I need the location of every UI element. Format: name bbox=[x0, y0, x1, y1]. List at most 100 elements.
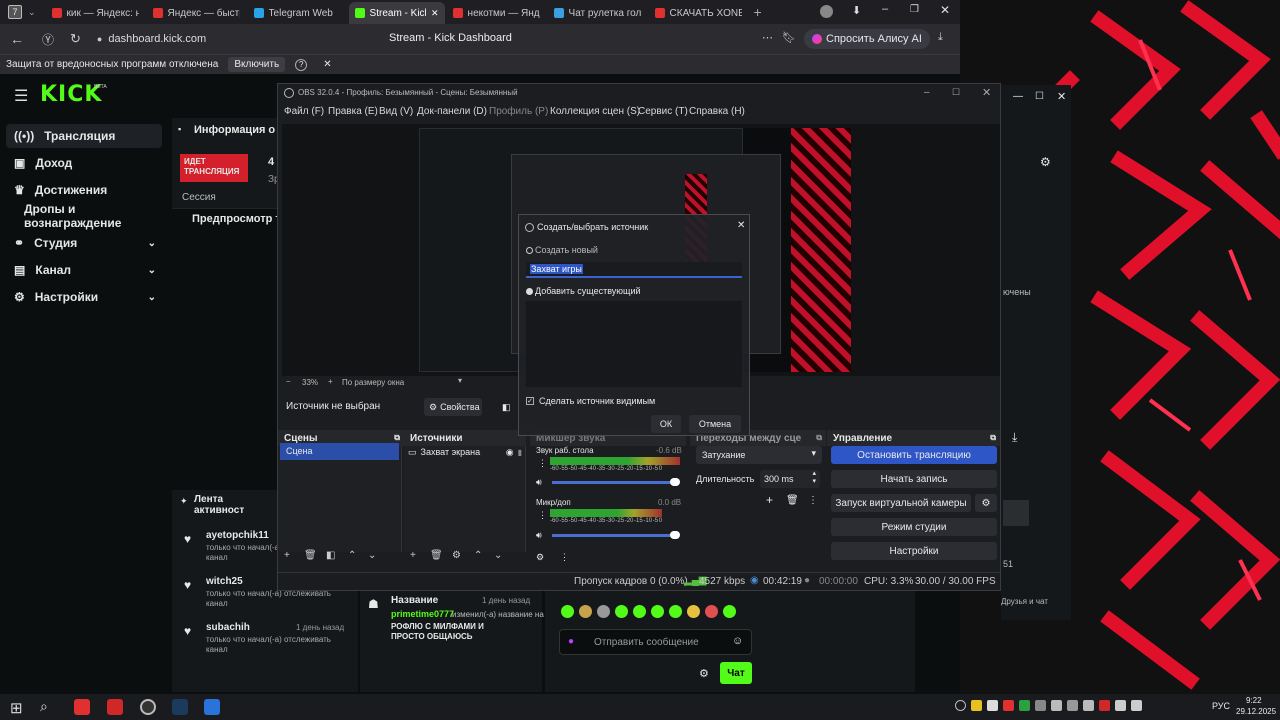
feed-user[interactable]: subachih bbox=[206, 622, 250, 633]
cancel-button[interactable]: Отмена bbox=[689, 415, 741, 433]
tray-icon[interactable] bbox=[1099, 700, 1110, 711]
source-item[interactable]: ▭ Захват экрана ◉ ▮ bbox=[408, 444, 522, 460]
tray-icon[interactable] bbox=[987, 700, 998, 711]
nav-broadcast[interactable]: ((•)) Трансляция bbox=[6, 124, 162, 148]
eye-icon[interactable]: ◉ bbox=[506, 447, 514, 458]
emote-icon[interactable] bbox=[687, 605, 700, 618]
browser-tab[interactable]: Telegram Web bbox=[248, 2, 347, 24]
reload-icon[interactable]: ↻ bbox=[70, 31, 81, 47]
zoom-out-icon[interactable]: − bbox=[286, 377, 291, 386]
tray-icon[interactable] bbox=[955, 700, 966, 711]
steam-icon[interactable] bbox=[172, 699, 188, 715]
emote-icon[interactable] bbox=[705, 605, 718, 618]
dialog-close-icon[interactable]: ✕ bbox=[737, 220, 745, 231]
move-down-icon[interactable]: ⌄ bbox=[368, 550, 376, 561]
menu-file[interactable]: Файл (F) bbox=[284, 106, 324, 117]
restore-icon[interactable]: ❐ bbox=[910, 4, 919, 15]
start-recording-button[interactable]: Начать запись bbox=[831, 470, 997, 488]
tab-close-icon[interactable]: ✕ bbox=[431, 8, 439, 19]
tray-icon[interactable] bbox=[1035, 700, 1046, 711]
emote-icon[interactable] bbox=[615, 605, 628, 618]
move-up-icon[interactable]: ⌃ bbox=[348, 550, 356, 561]
scene-item[interactable]: Сцена bbox=[280, 443, 399, 460]
back-icon[interactable]: ← bbox=[10, 31, 24, 47]
yandex-browser-icon[interactable] bbox=[74, 699, 90, 715]
browser-tab[interactable]: Чат рулетка голо bbox=[548, 2, 647, 24]
tray-icon[interactable] bbox=[1019, 700, 1030, 711]
add-existing-label[interactable]: Добавить существующий bbox=[535, 286, 641, 296]
panel-max-icon[interactable]: ☐ bbox=[1035, 91, 1044, 102]
tray-icon[interactable] bbox=[1051, 700, 1062, 711]
properties-button[interactable]: ⚙ Свойства bbox=[424, 398, 482, 416]
zoom-dropdown-icon[interactable]: ▾ bbox=[458, 376, 462, 385]
move-up-icon[interactable]: ⌃ bbox=[474, 550, 482, 561]
volume-knob[interactable] bbox=[670, 531, 680, 539]
mic-icon[interactable]: ● bbox=[568, 636, 574, 647]
transition-select[interactable]: Затухание ▾ bbox=[696, 446, 822, 464]
tray-icon[interactable] bbox=[1003, 700, 1014, 711]
close-icon[interactable]: ✕ bbox=[940, 3, 950, 17]
help-icon[interactable]: ? bbox=[295, 58, 308, 71]
mixer-settings-icon[interactable]: ⚙ bbox=[536, 552, 544, 563]
add-icon[interactable]: + bbox=[284, 550, 290, 561]
trash-icon[interactable]: 🗑︎ bbox=[304, 550, 317, 561]
nav-achievements[interactable]: ♛ Достижения bbox=[6, 178, 162, 202]
mixer-menu-icon[interactable]: ⋮ bbox=[538, 458, 547, 469]
obs-taskbar-icon[interactable] bbox=[140, 699, 156, 715]
dock-float-icon[interactable]: ⧉ bbox=[394, 433, 400, 443]
tray-icon[interactable] bbox=[1067, 700, 1078, 711]
volume-slider[interactable] bbox=[552, 478, 680, 486]
emote-icon[interactable] bbox=[561, 605, 574, 618]
menu-scene-collection[interactable]: Коллекция сцен (S) bbox=[550, 106, 640, 117]
settings-button[interactable]: Настройки bbox=[831, 542, 997, 560]
emote-icon[interactable] bbox=[597, 605, 610, 618]
spinner-icon[interactable]: ▴ ▾ bbox=[812, 470, 816, 486]
alice-button[interactable]: Спросить Алису AI bbox=[804, 29, 930, 49]
emote-icon[interactable] bbox=[669, 605, 682, 618]
volume-knob[interactable] bbox=[670, 478, 680, 486]
panel-close-icon[interactable]: ✕ bbox=[1057, 90, 1066, 103]
nav-studio[interactable]: ⚭ Студия ⌄ bbox=[6, 231, 162, 255]
emote-icon[interactable] bbox=[651, 605, 664, 618]
minimize-icon[interactable]: – bbox=[882, 3, 888, 15]
volume-slider[interactable] bbox=[552, 531, 680, 539]
browser-tab[interactable]: некотми — Яндекс bbox=[447, 2, 546, 24]
mixer-menu-icon[interactable]: ⋮ bbox=[538, 510, 547, 521]
tray-icon[interactable] bbox=[1131, 700, 1142, 711]
start-icon[interactable]: ⊞ bbox=[10, 699, 23, 717]
tray-icon[interactable] bbox=[971, 700, 982, 711]
nav-drops[interactable]: Дропы и вознаграждение bbox=[6, 202, 166, 230]
yandex-protect-icon[interactable]: Ⓨ bbox=[42, 31, 54, 48]
download-icon[interactable]: ⬇ bbox=[852, 4, 861, 17]
ok-button[interactable]: ОК bbox=[651, 415, 681, 433]
volume-icon[interactable]: 🔊︎ bbox=[536, 477, 542, 488]
browser-tab[interactable]: СКАЧАТЬ XONE bbox=[649, 2, 748, 24]
browser-tab[interactable]: кик — Яндекс: на bbox=[46, 2, 145, 24]
zoom-fit[interactable]: По размеру окна bbox=[342, 378, 404, 387]
emote-icon[interactable] bbox=[579, 605, 592, 618]
enable-button[interactable]: Включить bbox=[228, 57, 286, 72]
gear-icon[interactable]: ⚙ bbox=[452, 550, 461, 561]
menu-help[interactable]: Справка (H) bbox=[689, 106, 745, 117]
mixer-more-icon[interactable]: ⋮ bbox=[560, 552, 569, 563]
visible-checkbox[interactable]: ✓ bbox=[526, 397, 534, 405]
browser-tab[interactable]: Stream - Kick D ✕ bbox=[348, 2, 445, 24]
chat-settings-icon[interactable]: ⚙ bbox=[699, 667, 709, 680]
existing-list[interactable] bbox=[526, 301, 742, 387]
menu-edit[interactable]: Правка (E) bbox=[328, 106, 378, 117]
chat-button[interactable]: Чат bbox=[720, 662, 752, 684]
panel-gear-icon[interactable]: ⚙ bbox=[1040, 155, 1051, 169]
app-icon[interactable] bbox=[204, 699, 220, 715]
nav-settings[interactable]: ⚙ Настройки ⌄ bbox=[6, 285, 162, 309]
add-existing-radio[interactable] bbox=[526, 288, 533, 295]
warning-close-icon[interactable]: ✕ bbox=[323, 59, 331, 70]
filters-icon[interactable]: ◧ bbox=[502, 402, 511, 413]
panel-restore-icon[interactable]: — bbox=[1013, 91, 1023, 102]
trash-icon[interactable]: 🗑︎ bbox=[430, 550, 443, 561]
search-icon[interactable]: ⌕ bbox=[40, 698, 48, 715]
bookmark-icon[interactable]: 🔖︎ bbox=[782, 31, 796, 44]
feed-user[interactable]: ayetopchik11 bbox=[206, 530, 269, 541]
dock-float-icon[interactable]: ⧉ bbox=[816, 433, 822, 443]
emoji-icon[interactable]: ☺ bbox=[732, 635, 743, 647]
yandex-icon[interactable] bbox=[107, 699, 123, 715]
